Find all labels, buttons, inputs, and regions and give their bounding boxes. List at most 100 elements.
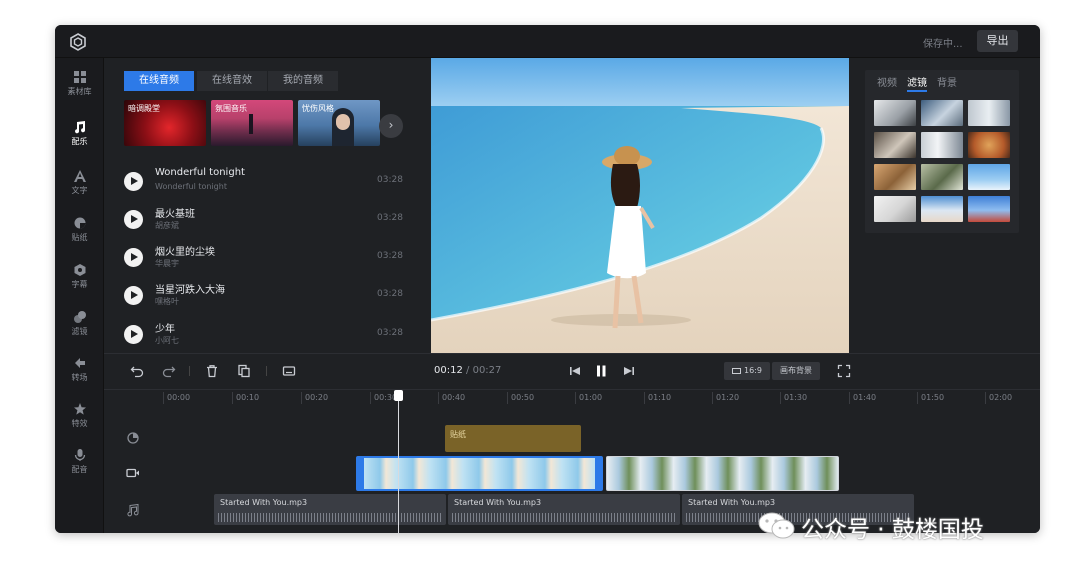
effects-icon bbox=[73, 403, 86, 415]
song-row[interactable]: 少年 小阿七 03:28 bbox=[124, 319, 414, 355]
grid-icon bbox=[73, 71, 86, 83]
category-card[interactable]: 忧伤风格 bbox=[298, 100, 380, 146]
audio-clip-label: Started With You.mp3 bbox=[220, 498, 308, 507]
video-clip-selected[interactable] bbox=[356, 456, 603, 491]
active-tab-indicator bbox=[907, 90, 927, 92]
ruler-tick: 01:20 bbox=[712, 392, 739, 404]
audio-clip[interactable]: Started With You.mp3 bbox=[214, 494, 446, 525]
filter-thumbnail[interactable] bbox=[874, 132, 916, 158]
fullscreen-icon[interactable] bbox=[837, 364, 851, 378]
caption-icon[interactable] bbox=[282, 364, 296, 378]
canvas-background-button[interactable]: 画布背景 bbox=[772, 362, 820, 380]
skip-back-icon[interactable] bbox=[568, 364, 582, 378]
tab-my-audio[interactable]: 我的音频 bbox=[268, 71, 338, 91]
song-row[interactable]: 烟火里的尘埃 华晨宇 03:28 bbox=[124, 242, 414, 278]
pause-icon[interactable] bbox=[594, 364, 608, 378]
rail-item-subtitle[interactable]: 字幕 bbox=[55, 263, 104, 307]
rail-item-music[interactable]: 配乐 bbox=[55, 120, 104, 164]
app-logo-icon bbox=[70, 33, 86, 51]
filter-thumbnail[interactable] bbox=[968, 196, 1010, 222]
rail-item-voiceover[interactable]: 配音 bbox=[55, 448, 104, 492]
saving-status: 保存中... bbox=[923, 39, 963, 50]
aspect-ratio-button[interactable]: 16:9 bbox=[724, 362, 770, 380]
ruler-tick: 00:00 bbox=[163, 392, 190, 404]
filter-thumbnail[interactable] bbox=[874, 100, 916, 126]
ruler-tick: 02:00 bbox=[985, 392, 1012, 404]
play-icon[interactable] bbox=[124, 172, 143, 191]
filter-thumbnail[interactable] bbox=[874, 164, 916, 190]
song-row[interactable]: Wonderful tonight Wonderful tonight 03:2… bbox=[124, 166, 414, 202]
filter-thumbnail[interactable] bbox=[968, 132, 1010, 158]
ruler-tick: 00:10 bbox=[232, 392, 259, 404]
rail-item-transition[interactable]: 转场 bbox=[55, 356, 104, 400]
filter-thumbnail[interactable] bbox=[968, 164, 1010, 190]
tab-online-audio[interactable]: 在线音频 bbox=[124, 71, 194, 91]
rail-item-library[interactable]: 素材库 bbox=[55, 70, 104, 114]
song-row[interactable]: 最火基班 胡彦斌 03:28 bbox=[124, 204, 414, 240]
redo-icon[interactable] bbox=[162, 364, 176, 378]
category-card[interactable]: 氛围音乐 bbox=[211, 100, 293, 146]
playhead-handle[interactable] bbox=[394, 390, 403, 401]
rail-item-text[interactable]: 文字 bbox=[55, 169, 104, 213]
tab-background[interactable]: 背景 bbox=[937, 74, 957, 89]
microphone-icon bbox=[74, 449, 85, 461]
filter-thumbnail[interactable] bbox=[921, 100, 963, 126]
song-duration: 03:28 bbox=[377, 328, 403, 338]
play-icon[interactable] bbox=[124, 325, 143, 344]
current-time: 00:12 bbox=[434, 365, 463, 376]
video-preview[interactable] bbox=[431, 58, 849, 353]
tool-rail: 素材库 配乐 文字 贴纸 字幕 滤镜 转场 特效 配音 bbox=[55, 58, 104, 533]
song-row[interactable]: 当星河跌入大海 嘿格叶 03:28 bbox=[124, 280, 414, 316]
watermark-text: 公众号 · 鼓楼国投 bbox=[801, 517, 984, 543]
sticker-clip-label: 贴纸 bbox=[450, 430, 466, 439]
copy-icon[interactable] bbox=[237, 364, 251, 378]
clip-trim-handle[interactable] bbox=[595, 458, 601, 489]
song-artist: 小阿七 bbox=[155, 336, 179, 345]
export-button[interactable]: 导出 bbox=[977, 30, 1018, 52]
play-icon[interactable] bbox=[124, 248, 143, 267]
filter-thumbnail[interactable] bbox=[968, 100, 1010, 126]
filter-thumbnail[interactable] bbox=[921, 196, 963, 222]
clip-trim-handle[interactable] bbox=[358, 458, 364, 489]
rail-item-sticker[interactable]: 贴纸 bbox=[55, 216, 104, 260]
playback-time: 00:12 / 00:27 bbox=[434, 365, 501, 376]
song-name: 最火基班 bbox=[155, 209, 195, 220]
tab-video[interactable]: 视频 bbox=[877, 74, 897, 89]
song-duration: 03:28 bbox=[377, 213, 403, 223]
song-name: 烟火里的尘埃 bbox=[155, 247, 215, 258]
ruler-tick: 01:50 bbox=[917, 392, 944, 404]
category-card[interactable]: 暗调殿堂 bbox=[124, 100, 206, 146]
rail-item-filter[interactable]: 滤镜 bbox=[55, 310, 104, 354]
categories-next-button[interactable]: › bbox=[379, 114, 403, 138]
undo-icon[interactable] bbox=[130, 364, 144, 378]
music-panel: 在线音频 在线音效 我的音频 暗调殿堂 氛围音乐 忧伤风格 › Wonderfu… bbox=[104, 58, 431, 353]
audio-clip[interactable]: Started With You.mp3 bbox=[448, 494, 680, 525]
play-icon[interactable] bbox=[124, 286, 143, 305]
filter-thumbnail[interactable] bbox=[921, 132, 963, 158]
rail-item-label: 滤镜 bbox=[71, 327, 88, 336]
tab-filter[interactable]: 滤镜 bbox=[907, 74, 927, 89]
skip-forward-icon[interactable] bbox=[622, 364, 636, 378]
tab-online-sfx[interactable]: 在线音效 bbox=[197, 71, 267, 91]
toolbar-divider bbox=[266, 366, 267, 376]
audio-waveform bbox=[218, 513, 442, 522]
sticker-clip[interactable]: 贴纸 bbox=[445, 425, 581, 452]
playhead-line[interactable] bbox=[398, 392, 399, 533]
play-icon[interactable] bbox=[124, 210, 143, 229]
filter-thumbnail[interactable] bbox=[921, 164, 963, 190]
ruler-tick: 01:10 bbox=[644, 392, 671, 404]
ruler-tick: 00:30 bbox=[370, 392, 397, 404]
ruler-tick: 00:50 bbox=[507, 392, 534, 404]
editor-window: 保存中... 导出 素材库 配乐 文字 贴纸 字幕 滤镜 转场 特效 配音 在线… bbox=[55, 25, 1040, 533]
subtitle-icon bbox=[74, 264, 85, 276]
rail-item-effects[interactable]: 特效 bbox=[55, 402, 104, 446]
category-card-title: 忧伤风格 bbox=[302, 104, 334, 113]
video-clip[interactable] bbox=[606, 456, 839, 491]
song-artist: 嘿格叶 bbox=[155, 297, 179, 306]
audio-clip-label: Started With You.mp3 bbox=[454, 498, 542, 507]
toolbar-divider bbox=[189, 366, 190, 376]
rail-item-label: 素材库 bbox=[67, 87, 92, 96]
rail-item-label: 文字 bbox=[71, 186, 88, 195]
filter-thumbnail[interactable] bbox=[874, 196, 916, 222]
delete-icon[interactable] bbox=[205, 364, 219, 378]
